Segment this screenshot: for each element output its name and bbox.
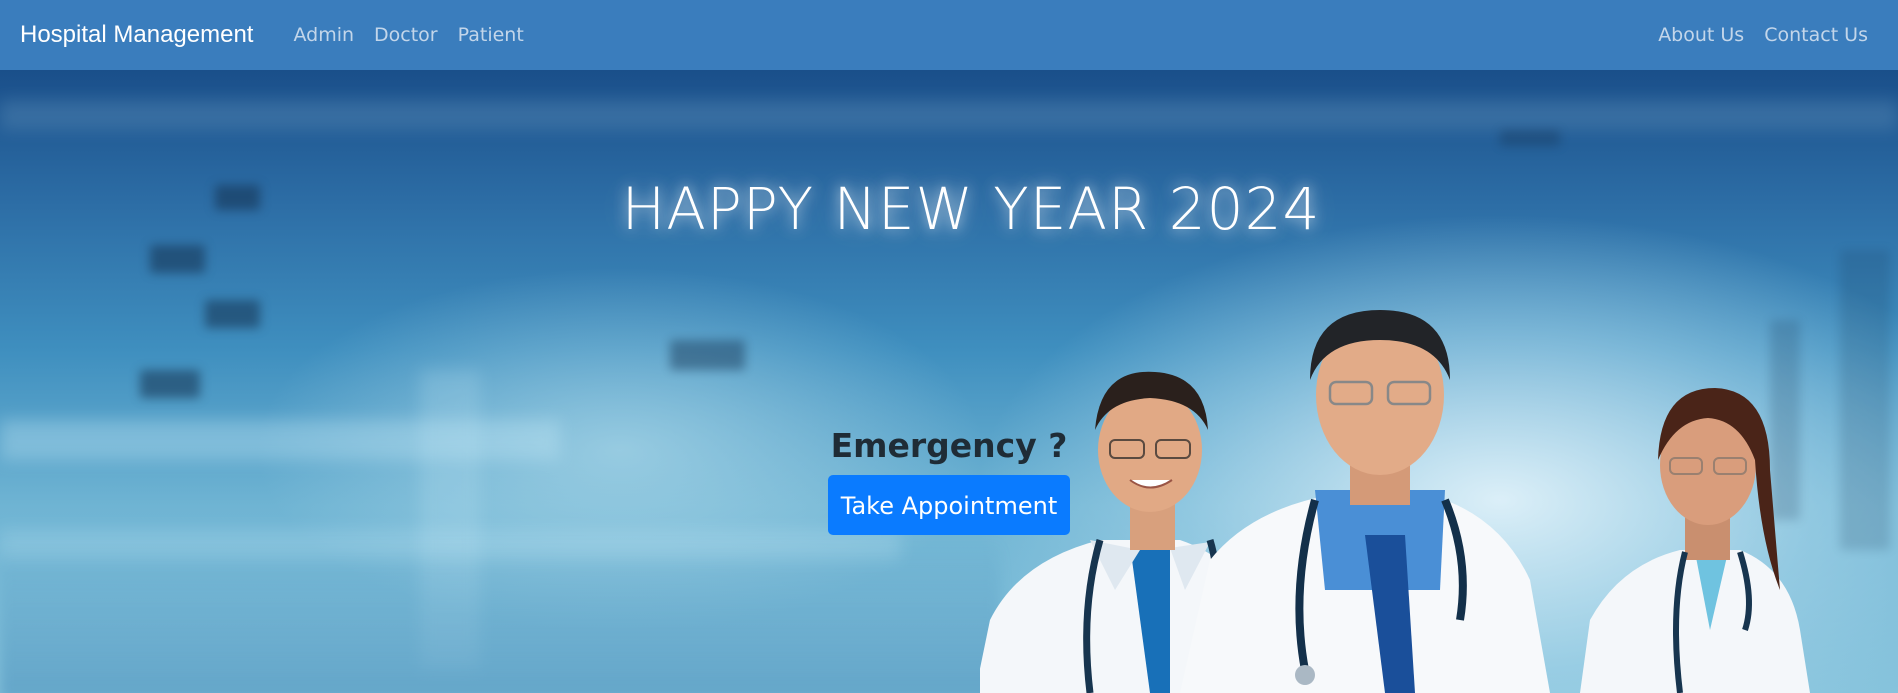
nav-left: Admin Doctor Patient bbox=[283, 24, 533, 46]
hero-section: HAPPY NEW YEAR 2024 Emergency ? Take App… bbox=[0, 70, 1898, 693]
doctor-center bbox=[1180, 310, 1550, 693]
brand-link[interactable]: Hospital Management bbox=[20, 21, 253, 49]
doctors-image bbox=[980, 310, 1810, 693]
doctor-right bbox=[1580, 388, 1810, 693]
page: Hospital Management Admin Doctor Patient… bbox=[0, 0, 1898, 693]
headline: HAPPY NEW YEAR 2024 bbox=[0, 175, 1898, 243]
floor-shading bbox=[0, 540, 1000, 693]
nav-link-admin[interactable]: Admin bbox=[283, 24, 364, 46]
headline-text: HAPPY NEW YEAR 2024 bbox=[621, 175, 1321, 243]
nav-link-about-us[interactable]: About Us bbox=[1648, 24, 1754, 46]
nav-link-contact-us[interactable]: Contact Us bbox=[1754, 24, 1878, 46]
nav-right: About Us Contact Us bbox=[1648, 24, 1878, 46]
nav-link-patient[interactable]: Patient bbox=[448, 24, 534, 46]
nav-link-doctor[interactable]: Doctor bbox=[364, 24, 448, 46]
navbar: Hospital Management Admin Doctor Patient… bbox=[0, 0, 1898, 70]
